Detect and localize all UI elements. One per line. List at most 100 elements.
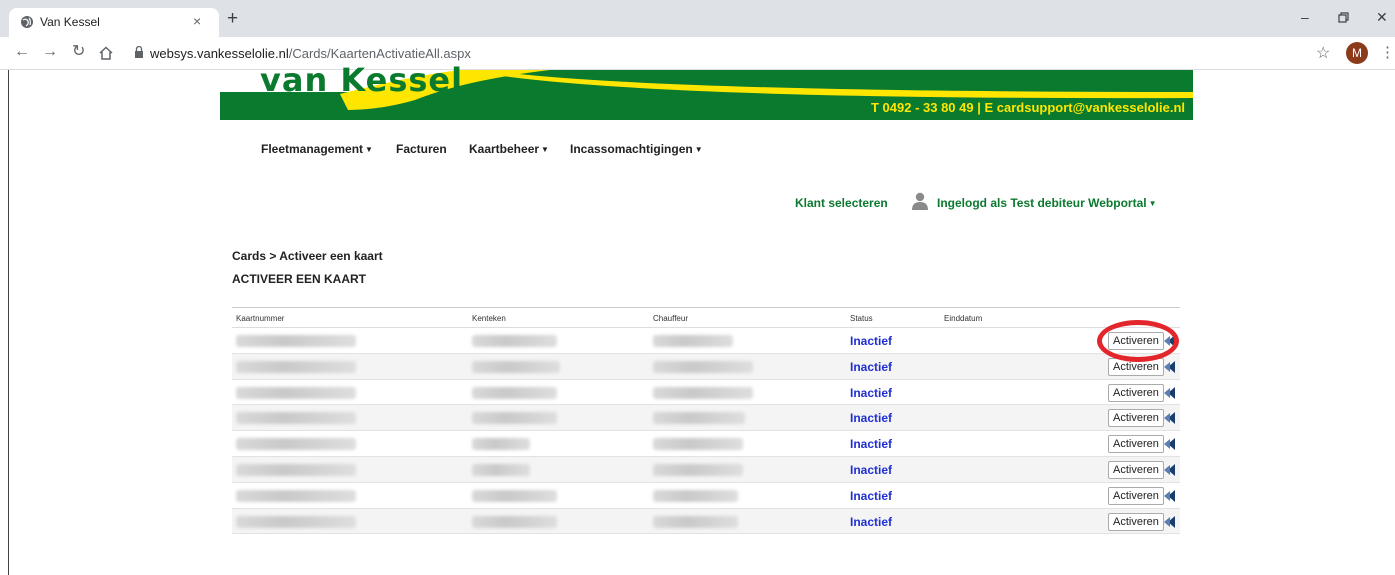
address-bar[interactable]: websys.vankesselolie.nl/Cards/KaartenAct… <box>150 46 471 61</box>
logo[interactable]: van Kessel <box>260 61 463 99</box>
table-row: Inactief Activeren <box>232 405 1180 432</box>
avatar[interactable]: M <box>1346 42 1368 64</box>
card-number-redacted <box>236 412 356 425</box>
driver-redacted <box>653 515 738 528</box>
menu-kaartbeheer[interactable]: Kaartbeheer ▼ <box>469 142 549 156</box>
driver-redacted <box>653 360 753 373</box>
column-header-kenteken[interactable]: Kenteken <box>472 314 506 323</box>
back-arrow-icon[interactable] <box>1164 412 1176 425</box>
column-header-status[interactable]: Status <box>850 314 873 323</box>
table-row: Inactief Activeren <box>232 353 1180 380</box>
license-plate-redacted <box>472 335 557 347</box>
back-arrow-icon[interactable] <box>1164 335 1176 347</box>
caret-down-icon: ▼ <box>365 145 373 155</box>
activate-button[interactable]: Activeren <box>1108 512 1164 531</box>
table-row: Inactief Activeren <box>232 483 1180 509</box>
lock-icon[interactable] <box>134 46 144 58</box>
close-icon[interactable]: ✕ <box>1376 9 1388 26</box>
driver-redacted <box>653 335 733 347</box>
star-icon[interactable]: ☆ <box>1316 43 1330 63</box>
license-plate-redacted <box>472 360 560 373</box>
table-row: Inactief Activeren <box>232 456 1180 483</box>
caret-down-icon: ▼ <box>1148 199 1157 209</box>
user-menu[interactable]: Ingelogd als Test debiteur Webportal ▼ <box>937 196 1157 210</box>
forward-icon[interactable]: → <box>42 43 58 61</box>
status-value: Inactief <box>850 437 893 452</box>
menu-incassomachtigingen[interactable]: Incassomachtigingen ▼ <box>570 142 703 156</box>
caret-down-icon: ▼ <box>694 145 703 155</box>
driver-redacted <box>653 438 743 451</box>
back-arrow-icon[interactable] <box>1164 386 1176 399</box>
card-number-redacted <box>236 386 356 399</box>
license-plate-redacted <box>472 438 530 451</box>
back-arrow-icon[interactable] <box>1164 489 1176 502</box>
activate-button[interactable]: Activeren <box>1108 409 1164 428</box>
tab-title: Van Kessel <box>40 15 100 29</box>
table-body: Inactief Activeren Inactief Activeren Inacti… <box>232 328 1180 535</box>
back-arrow-icon[interactable] <box>1164 360 1176 373</box>
activate-button[interactable]: Activeren <box>1108 383 1164 402</box>
home-icon[interactable] <box>99 46 113 60</box>
header-banner: van Kessel T 0492 - 33 80 49 | E cardsup… <box>220 61 1193 120</box>
menu-icon[interactable]: ⋮ <box>1380 43 1395 61</box>
card-number-redacted <box>236 438 356 451</box>
card-number-redacted <box>236 463 356 476</box>
column-header-chauffeur[interactable]: Chauffeur <box>653 314 688 323</box>
status-value: Inactief <box>850 514 893 529</box>
back-arrow-icon[interactable] <box>1164 515 1176 528</box>
browser-toolbar: ← → ↻ websys.vankesselolie.nl/Cards/Kaar… <box>0 37 1395 70</box>
breadcrumb: Cards > Activeer een kaart <box>232 249 383 263</box>
driver-redacted <box>653 386 753 399</box>
cards-table: Kaartnummer Kenteken Chauffeur Status Ei… <box>232 307 1180 535</box>
back-icon[interactable]: ← <box>14 43 30 61</box>
table-row: Inactief Activeren <box>232 380 1180 406</box>
license-plate-redacted <box>472 386 557 399</box>
page-border <box>8 70 9 575</box>
activate-button[interactable]: Activeren <box>1108 486 1164 505</box>
menu-fleetmanagement-label: Fleetmanagement <box>261 142 364 156</box>
driver-redacted <box>653 463 743 476</box>
tab-close-icon[interactable]: × <box>193 13 201 29</box>
url-host: websys.vankesselolie.nl <box>150 46 289 61</box>
status-value: Inactief <box>850 411 893 426</box>
menu-facturen[interactable]: Facturen <box>396 142 447 156</box>
user-menu-label: Ingelogd als Test debiteur Webportal <box>937 196 1147 210</box>
menu-fleetmanagement[interactable]: Fleetmanagement ▼ <box>261 142 373 156</box>
activate-button[interactable]: Activeren <box>1108 460 1164 479</box>
status-value: Inactief <box>850 359 893 374</box>
browser-tab[interactable]: Van Kessel × <box>9 8 219 37</box>
license-plate-redacted <box>472 463 530 476</box>
restore-icon[interactable] <box>1338 12 1349 23</box>
page-title: ACTIVEER EEN KAART <box>232 272 367 286</box>
minimize-icon[interactable]: – <box>1301 9 1309 25</box>
globe-icon <box>21 16 33 28</box>
driver-redacted <box>653 489 738 502</box>
reload-icon[interactable]: ↻ <box>72 43 85 61</box>
contact-info: T 0492 - 33 80 49 | E cardsupport@vankes… <box>870 100 1185 115</box>
back-arrow-icon[interactable] <box>1164 438 1176 451</box>
activate-button[interactable]: Activeren <box>1108 357 1164 376</box>
table-row: Inactief Activeren <box>232 508 1180 535</box>
menu-kaartbeheer-label: Kaartbeheer <box>469 142 540 156</box>
license-plate-redacted <box>472 489 557 502</box>
column-header-kaartnummer[interactable]: Kaartnummer <box>236 314 284 323</box>
activate-button[interactable]: Activeren <box>1108 435 1164 454</box>
license-plate-redacted <box>472 412 557 425</box>
menu-incassomachtigingen-label: Incassomachtigingen <box>570 142 693 156</box>
url-path: /Cards/KaartenActivatieAll.aspx <box>288 46 471 61</box>
select-client-link[interactable]: Klant selecteren <box>795 196 888 210</box>
license-plate-redacted <box>472 515 557 528</box>
user-icon <box>912 192 928 210</box>
card-number-redacted <box>236 515 356 528</box>
back-arrow-icon[interactable] <box>1164 463 1176 476</box>
status-value: Inactief <box>850 462 893 477</box>
new-tab-button[interactable]: + <box>227 9 238 28</box>
card-number-redacted <box>236 335 356 347</box>
column-header-einddatum[interactable]: Einddatum <box>944 314 982 323</box>
table-row: Inactief Activeren <box>232 431 1180 457</box>
table-header: Kaartnummer Kenteken Chauffeur Status Ei… <box>232 308 1180 328</box>
caret-down-icon: ▼ <box>541 145 549 155</box>
activate-button[interactable]: Activeren <box>1108 332 1164 350</box>
status-value: Inactief <box>850 488 893 503</box>
card-number-redacted <box>236 489 356 502</box>
